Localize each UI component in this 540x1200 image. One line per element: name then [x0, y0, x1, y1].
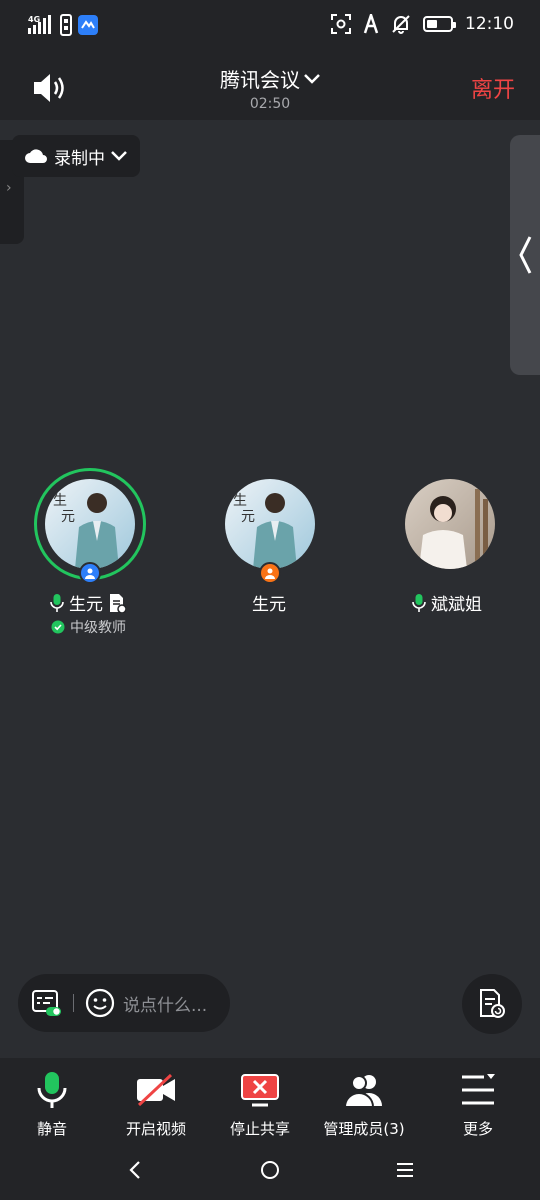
document-icon — [110, 593, 126, 613]
status-bar: 4G 12:10 — [0, 0, 540, 56]
participant-name: 斌斌姐 — [431, 595, 482, 615]
person-icon — [85, 568, 95, 579]
more-button[interactable]: 更多 — [424, 1070, 532, 1139]
avatar — [405, 479, 495, 569]
participant-role: 中级教师 — [70, 620, 126, 636]
home-button[interactable] — [255, 1158, 285, 1182]
toolbar-label: 管理成员(3) — [323, 1120, 405, 1138]
stop-share-button[interactable]: 停止共享 — [206, 1070, 314, 1139]
caption-toggle-icon[interactable] — [32, 989, 62, 1017]
meeting-header: 腾讯会议 02:50 离开 — [0, 56, 540, 120]
status-time: 12:10 — [465, 14, 514, 34]
chat-input-bar[interactable]: 说点什么... — [18, 974, 230, 1032]
members-icon — [343, 1075, 382, 1108]
svg-text:元: 元 — [61, 509, 75, 525]
sim-icon — [60, 14, 72, 36]
emoji-icon[interactable] — [85, 988, 115, 1018]
toolbar-label: 开启视频 — [125, 1120, 186, 1138]
meeting-duration: 02:50 — [249, 96, 291, 112]
chat-placeholder[interactable]: 说点什么... — [123, 991, 207, 1016]
microphone-active-icon — [412, 593, 426, 612]
meeting-title-dropdown[interactable]: 腾讯会议 — [220, 64, 320, 93]
svg-text:生: 生 — [233, 493, 247, 509]
battery-icon — [423, 16, 456, 32]
avatar: 生 元 — [225, 479, 315, 569]
person-icon — [265, 568, 275, 579]
chevron-down-icon — [304, 73, 320, 84]
recording-label: 录制中 — [54, 148, 105, 169]
meeting-title: 腾讯会议 — [220, 68, 300, 92]
microphone-active-icon — [50, 593, 64, 612]
svg-text:生: 生 — [53, 493, 67, 509]
right-panel-handle[interactable] — [510, 135, 540, 375]
document-icon — [480, 989, 505, 1018]
toolbar-label: 停止共享 — [229, 1120, 290, 1138]
notes-button[interactable] — [462, 974, 522, 1034]
participant-tile[interactable]: 生 元 生元 中级教师 — [0, 468, 180, 650]
font-icon — [363, 14, 379, 34]
participant-tile[interactable]: 斌斌姐 — [360, 470, 540, 650]
divider — [73, 994, 74, 1012]
cloud-icon — [25, 149, 47, 163]
video-off-icon — [137, 1074, 175, 1106]
back-icon — [129, 1161, 140, 1179]
participant-name: 生元 — [252, 595, 286, 615]
avatar: 生 元 — [45, 479, 135, 569]
svg-text:元: 元 — [241, 509, 255, 525]
recents-button[interactable] — [390, 1158, 420, 1182]
leave-button[interactable]: 离开 — [471, 72, 515, 104]
participant-grid: 生 元 生元 中级教师 生 元 生元 斌斌姐 — [0, 468, 540, 650]
microphone-icon — [37, 1072, 67, 1108]
manage-members-button[interactable]: 管理成员(3) — [310, 1070, 418, 1139]
back-button[interactable] — [120, 1158, 150, 1182]
app-notification-icon — [78, 15, 98, 35]
cohost-badge — [259, 562, 281, 584]
mute-bell-icon — [392, 15, 410, 34]
chevron-right-icon: › — [6, 180, 12, 196]
system-nav-bar — [0, 1140, 540, 1200]
start-video-button[interactable]: 开启视频 — [102, 1070, 210, 1139]
signal-icon: 4G — [28, 15, 51, 34]
recents-icon — [397, 1163, 413, 1177]
verified-icon — [51, 620, 65, 634]
home-icon — [261, 1161, 279, 1179]
stop-share-icon — [241, 1074, 279, 1107]
toolbar-label: 更多 — [462, 1120, 493, 1138]
chevron-down-icon — [111, 151, 127, 161]
chevron-left-icon — [519, 236, 532, 274]
screenshot-icon — [331, 14, 351, 34]
more-menu-icon — [462, 1074, 495, 1105]
host-badge — [79, 562, 101, 584]
recording-status-dropdown[interactable]: 录制中 — [12, 135, 140, 177]
participant-tile[interactable]: 生 元 生元 — [180, 470, 360, 650]
participant-name: 生元 — [69, 595, 103, 615]
toolbar-label: 静音 — [36, 1120, 67, 1138]
mute-button[interactable]: 静音 — [0, 1070, 106, 1139]
